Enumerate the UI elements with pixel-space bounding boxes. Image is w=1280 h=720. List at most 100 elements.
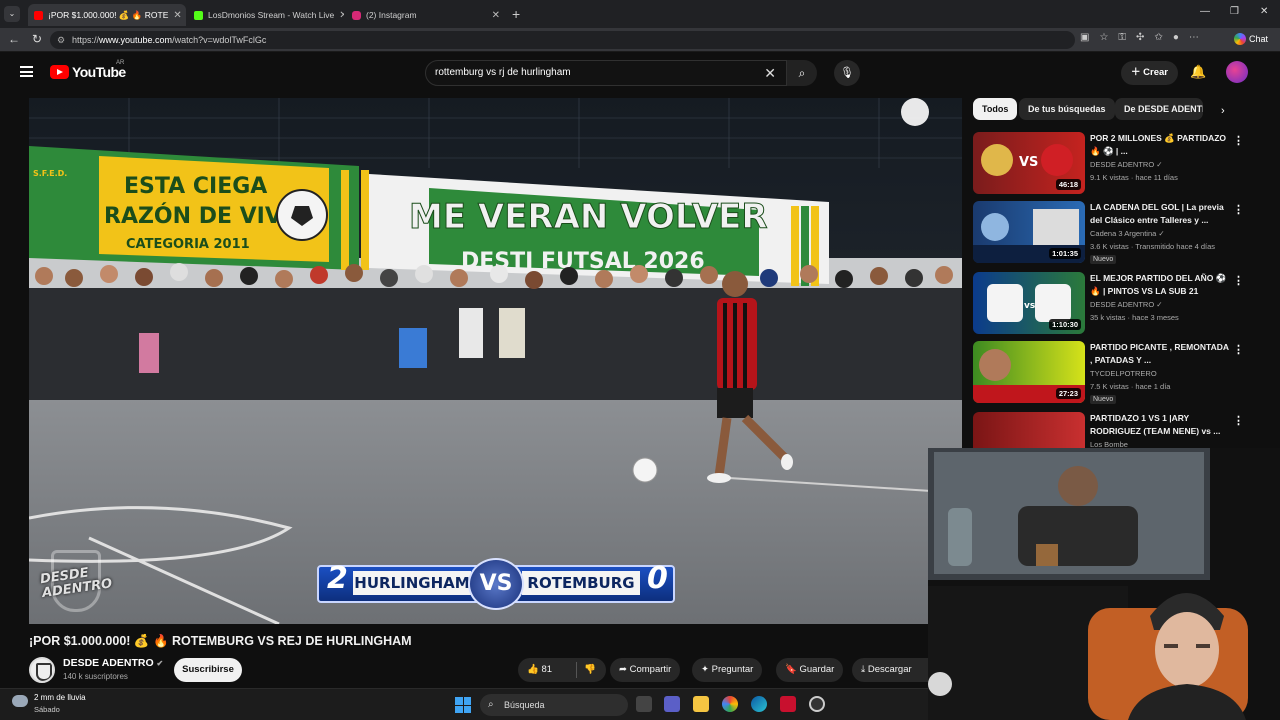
like-count: 81 xyxy=(541,664,553,675)
create-button[interactable]: ＋ Crear xyxy=(1121,61,1178,85)
dislike-button[interactable]: 👎 xyxy=(584,658,596,682)
back-arrow-icon[interactable]: ← xyxy=(8,32,20,46)
obs-icon[interactable] xyxy=(809,696,825,712)
video-title: ¡POR $1.000.000! 💰 🔥 ROTEMBURG VS REJ DE… xyxy=(29,634,412,648)
more-options-icon[interactable]: ⋮ xyxy=(1233,274,1244,287)
chevron-right-icon[interactable]: › xyxy=(1221,105,1225,117)
video-player[interactable]: ESTA CIEGA RAZÓN DE VIVIR CATEGORIA 2011… xyxy=(29,98,962,624)
minimize-icon[interactable]: — xyxy=(1200,6,1210,17)
browser-tab-youtube[interactable]: ¡POR $1.000.000! 💰 🔥 ROTE ✕ xyxy=(28,4,186,26)
browser-tab-strip: ⌄ ¡POR $1.000.000! 💰 🔥 ROTE ✕ LosDmonios… xyxy=(0,0,1280,28)
close-tab-icon[interactable]: ✕ xyxy=(492,10,500,21)
channel-avatar[interactable] xyxy=(29,657,55,683)
webcam-overlay xyxy=(928,448,1280,720)
more-options-icon[interactable]: ⋮ xyxy=(1233,414,1244,427)
capcut-icon[interactable] xyxy=(780,696,796,712)
video-thumbnail[interactable]: 1:01:35 xyxy=(973,201,1085,263)
subscribe-button[interactable]: Suscribirse xyxy=(174,658,242,682)
recommendation-channel: Los Bombe xyxy=(1090,440,1128,448)
chip-de-tus-busquedas[interactable]: De tus búsquedas xyxy=(1019,98,1115,120)
new-tab-button[interactable]: + xyxy=(512,6,520,22)
more-options-icon[interactable]: ⋮ xyxy=(1233,203,1244,216)
search-value: rottemburg vs rj de hurlingham xyxy=(435,67,571,78)
recommendation-title: PARTIDAZO 1 VS 1 |ARY RODRIGUEZ (TEAM NE… xyxy=(1090,413,1221,436)
lock-icon[interactable]: ⚿ xyxy=(1118,32,1126,43)
video-duration: 1:10:30 xyxy=(1049,319,1081,330)
eye-right xyxy=(1196,644,1210,648)
teams-icon[interactable] xyxy=(664,696,680,712)
profile-icon[interactable]: ● xyxy=(1173,32,1179,43)
clear-search-icon[interactable]: ✕ xyxy=(764,61,776,85)
search-button[interactable]: ⌕ xyxy=(787,60,817,86)
voice-search-button[interactable]: 🎙 xyxy=(834,60,860,86)
chip-todos[interactable]: Todos xyxy=(973,98,1018,120)
share-button[interactable]: ➦ Compartir xyxy=(610,658,681,682)
like-dislike-group: 👍 81 👎 xyxy=(518,658,606,682)
task-view-icon[interactable] xyxy=(636,696,652,712)
more-options-icon[interactable]: ⋮ xyxy=(1233,343,1244,356)
video-thumbnail[interactable]: 27:23 xyxy=(973,341,1085,403)
scoreboard: 2 HURLINGHAM ROTEMBURG 0 VS xyxy=(317,558,675,610)
save-button[interactable]: 🔖 Guardar xyxy=(776,658,844,682)
video-thumbnail[interactable]: vs 1:10:30 xyxy=(973,272,1085,334)
recommendation-item[interactable]: PARTIDAZO 1 VS 1 |ARY RODRIGUEZ (TEAM NE… xyxy=(973,412,1263,448)
account-avatar[interactable] xyxy=(1226,61,1248,83)
recommendation-item[interactable]: 1:01:35 LA CADENA DEL GOL | La previa de… xyxy=(973,201,1263,267)
channel-name[interactable]: DESDE ADENTRO ✔ xyxy=(63,657,163,669)
weather-text: 2 mm de lluvia xyxy=(34,693,86,702)
thumbs-down-icon: 👎 xyxy=(584,664,596,675)
chip-de-desde-adentro[interactable]: De DESDE ADENTR xyxy=(1115,98,1203,120)
youtube-play-icon xyxy=(50,65,69,79)
url-path: /watch?v=wdolTwFclGc xyxy=(172,35,267,45)
instagram-favicon-icon xyxy=(352,10,361,20)
video-thumbnail[interactable] xyxy=(973,412,1085,448)
recommendation-item[interactable]: vs 1:10:30 EL MEJOR PARTIDO DEL AÑO ⚽ 🔥 … xyxy=(973,272,1263,338)
windows-start-icon[interactable] xyxy=(455,697,471,713)
streamer-face xyxy=(1155,612,1219,688)
notifications-bell-icon[interactable]: 🔔 xyxy=(1190,64,1206,80)
browser-tab-instagram[interactable]: (2) Instagram ✕ xyxy=(346,4,506,26)
site-info-icon[interactable]: ⚙ xyxy=(57,31,65,49)
like-button[interactable]: 👍 81 xyxy=(527,664,552,675)
file-explorer-icon[interactable] xyxy=(693,696,709,712)
maximize-icon[interactable]: ❐ xyxy=(1230,6,1239,17)
chrome-icon[interactable] xyxy=(722,696,738,712)
more-options-icon[interactable]: ⋮ xyxy=(1233,134,1244,147)
more-menu-icon[interactable]: ⋯ xyxy=(1189,32,1199,43)
close-tab-icon[interactable]: ✕ xyxy=(339,10,344,21)
address-bar[interactable]: ⚙ https://www.youtube.com/watch?v=wdolTw… xyxy=(50,31,1075,49)
copilot-chat-button[interactable]: Chat xyxy=(1234,33,1268,45)
poster-glass xyxy=(1036,544,1058,566)
recommendation-item[interactable]: 27:23 PARTIDO PICANTE , REMONTADA , PATA… xyxy=(973,341,1263,407)
search-input[interactable]: rottemburg vs rj de hurlingham ✕ xyxy=(425,60,787,86)
tab-search-button[interactable]: ⌄ xyxy=(4,6,20,22)
ask-button[interactable]: ✦ Preguntar xyxy=(692,658,763,682)
recommendation-title: PARTIDO PICANTE , REMONTADA , PATADAS Y … xyxy=(1090,342,1229,365)
new-badge: Nuevo xyxy=(1090,395,1117,404)
taskbar-search-label: Búsqueda xyxy=(504,700,545,710)
download-button[interactable]: ⤓ Descargar xyxy=(852,658,928,682)
taskbar-search[interactable]: ⌕ Búsqueda xyxy=(480,694,628,716)
tab-title: ¡POR $1.000.000! 💰 🔥 ROTE xyxy=(48,9,169,20)
extensions-icon[interactable]: ✣ xyxy=(1136,32,1144,43)
desde-adentro-watermark: DESDE ADENTRO xyxy=(37,550,115,614)
menu-hamburger-icon[interactable] xyxy=(20,66,33,77)
recommendation-channel: DESDE ADENTRO ✓ xyxy=(1090,300,1163,309)
favorites-icon[interactable]: ✩ xyxy=(1154,32,1162,43)
bookmark-star-icon[interactable]: ☆ xyxy=(1099,32,1108,43)
youtube-logo[interactable]: YouTube AR xyxy=(50,60,126,80)
close-window-icon[interactable]: ✕ xyxy=(1260,6,1268,17)
chat-label: Chat xyxy=(1249,34,1269,44)
close-tab-icon[interactable]: ✕ xyxy=(173,10,181,21)
microphone-icon: 🎙 xyxy=(840,67,854,79)
video-thumbnail[interactable]: VS 46:18 xyxy=(973,132,1085,194)
reload-icon[interactable]: ↻ xyxy=(32,32,42,46)
browser-tab-kick[interactable]: LosDmonios Stream - Watch Live ✕ xyxy=(188,4,344,26)
edge-icon[interactable] xyxy=(751,696,767,712)
recommendation-item[interactable]: VS 46:18 POR 2 MILLONES 💰 PARTIDAZO 🔥 ⚽ … xyxy=(973,132,1263,198)
download-label: Descargar xyxy=(867,664,912,675)
translate-icon[interactable]: ▣ xyxy=(1080,32,1089,43)
toolbar-icons: ▣ ☆ ⚿ ✣ ✩ ● ⋯ xyxy=(1080,32,1199,43)
floodlight xyxy=(901,98,929,126)
banner-left-line3: CATEGORIA 2011 xyxy=(126,237,250,252)
